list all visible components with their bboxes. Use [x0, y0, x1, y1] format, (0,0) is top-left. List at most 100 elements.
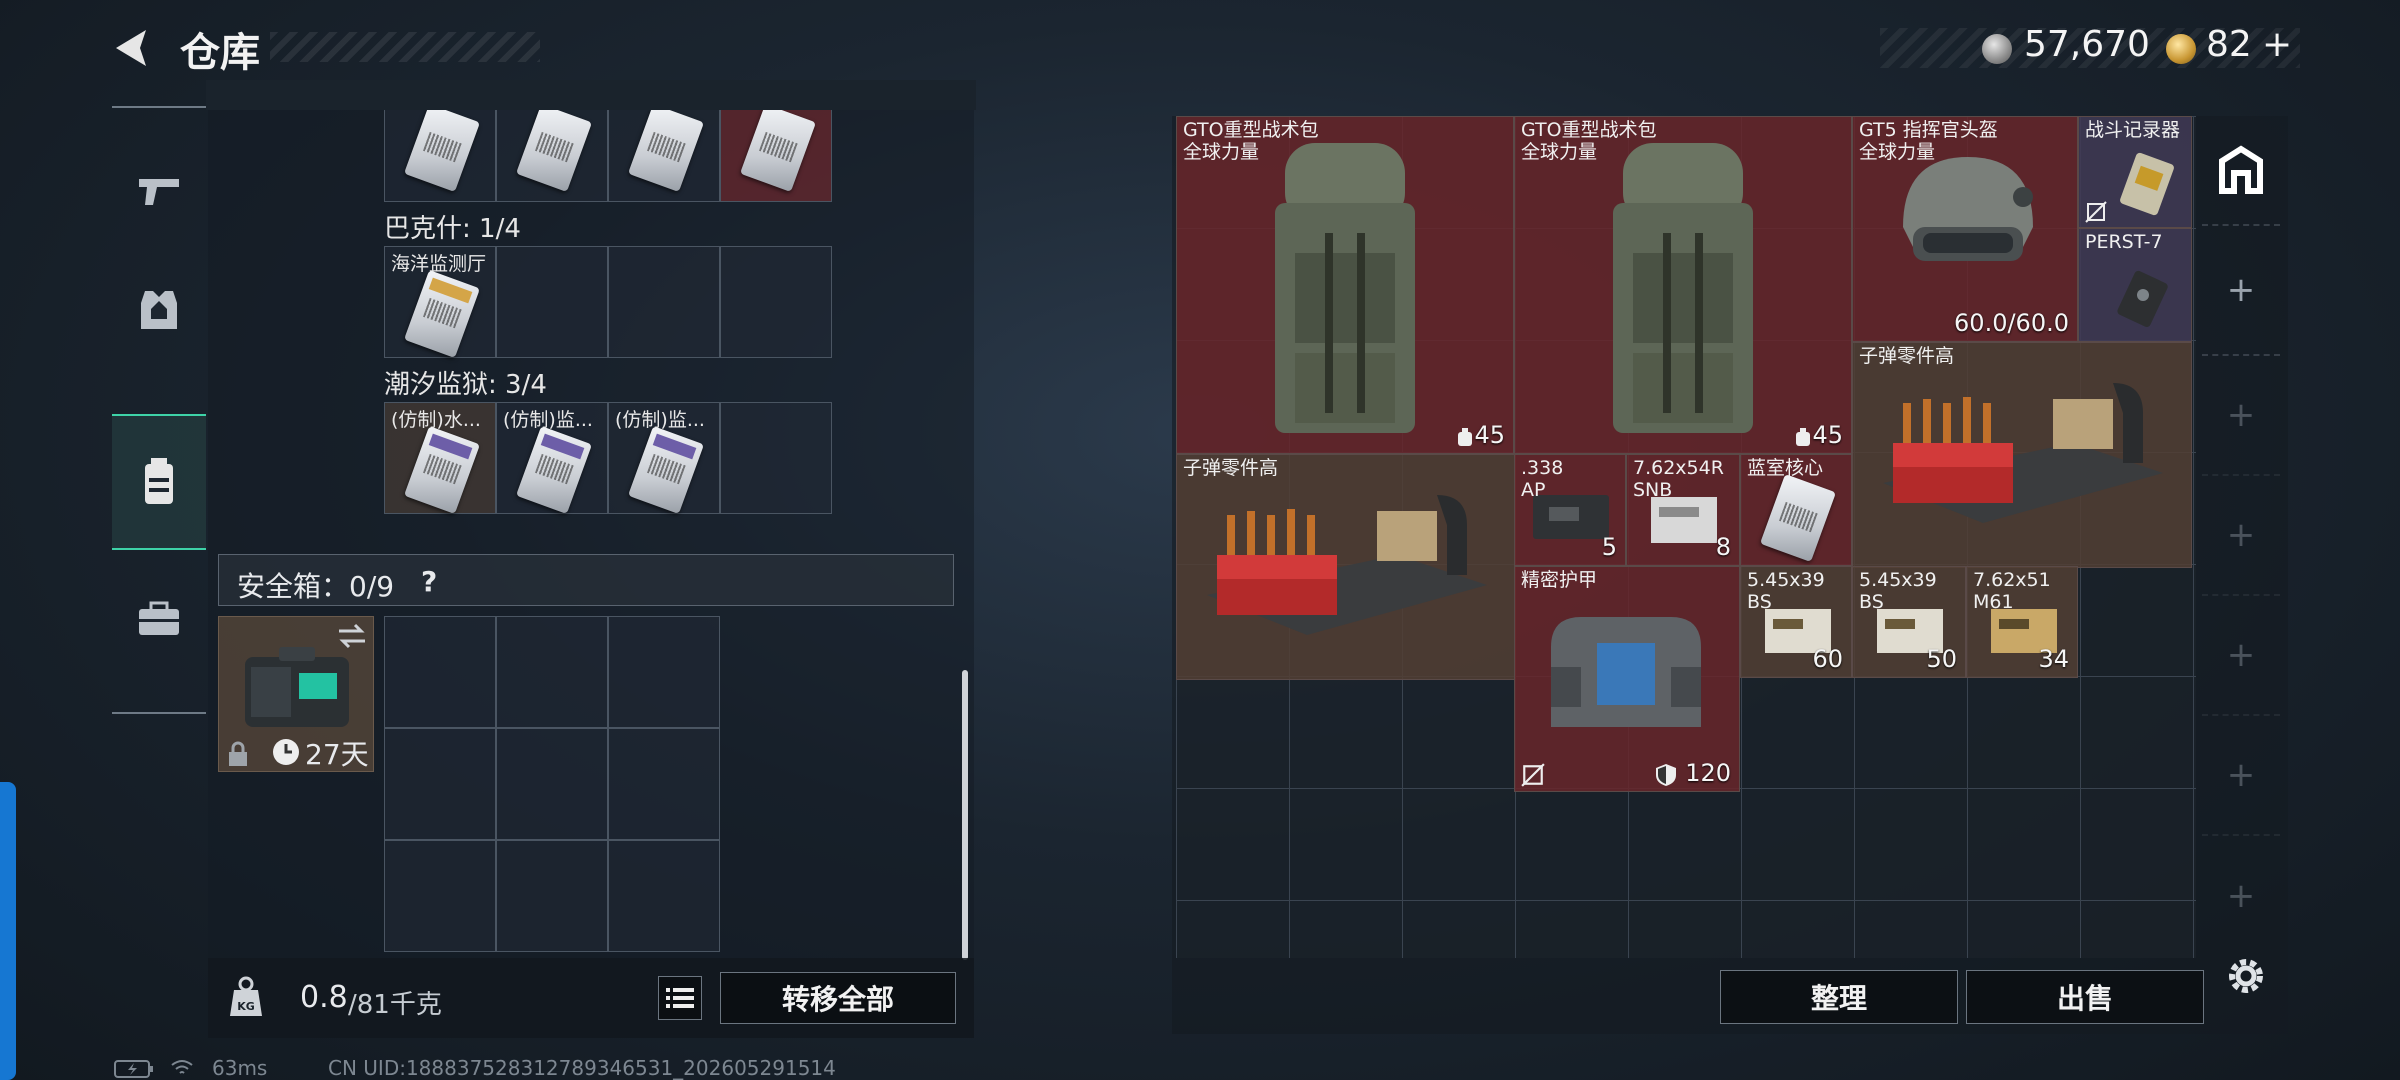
stash-tab-main[interactable] [2202, 116, 2280, 226]
item-capacity: 45 [1474, 421, 1505, 449]
stash-item[interactable]: PERST-7 [2078, 228, 2192, 342]
weight-bar: KG 0.8 /81千克 转移全部 [208, 958, 974, 1038]
scrollbar[interactable] [962, 670, 968, 960]
helmet-icon [1903, 157, 2033, 261]
toolbox-icon [139, 601, 179, 635]
item-name: 海洋监测厅 [391, 253, 487, 275]
item-name: 蓝室核心 [1747, 457, 1824, 479]
settings-gear-icon[interactable] [2224, 954, 2268, 1002]
list-view-button[interactable] [658, 976, 702, 1020]
stash-item[interactable]: 蓝室核心 [1740, 454, 1852, 566]
item-cell[interactable]: (仿制)监... [608, 402, 720, 515]
safe-slot[interactable] [496, 728, 608, 840]
stash-item[interactable]: 子弹零件高 [1176, 454, 1516, 680]
swap-icon[interactable] [337, 623, 367, 649]
item-count: 50 [1926, 645, 1957, 673]
armor-vest-icon [1551, 617, 1701, 727]
keycard-icon [515, 425, 593, 515]
sell-button[interactable]: 出售 [1966, 970, 2204, 1024]
safe-slot[interactable] [384, 616, 496, 728]
armor-durability: 120 [1685, 759, 1731, 787]
stash-item[interactable]: 战斗记录器 [2078, 116, 2192, 228]
empty-slot[interactable] [496, 246, 608, 358]
item-name: GT5 指挥官头盔 全球力量 [1859, 119, 1998, 163]
shield-icon [1656, 764, 1676, 786]
nav-backpack[interactable] [112, 414, 206, 550]
item-cell[interactable]: (仿制)监... [496, 402, 608, 515]
side-handle[interactable] [0, 782, 16, 1080]
add-tab-icon[interactable]: + [2202, 226, 2280, 356]
section-bakesh: 巴克什: 1/4 [384, 214, 521, 244]
stash-item[interactable]: GTO重型战术包 全球力量 45 [1176, 116, 1514, 454]
wifi-icon [171, 1060, 193, 1074]
stash-item[interactable]: 7.62x51 M61 34 [1966, 566, 2078, 678]
ping: 63ms [212, 1056, 268, 1080]
battery-icon [114, 1060, 153, 1078]
add-tab-icon[interactable]: + [2202, 356, 2280, 476]
list-icon [666, 988, 694, 1008]
ammo-crate-icon [1883, 383, 2163, 523]
safe-slot[interactable] [608, 728, 720, 840]
weight-icon: KG [230, 976, 262, 1016]
item-name: 7.62x51 M61 [1973, 569, 2051, 613]
item-name: GTO重型战术包 全球力量 [1521, 119, 1657, 163]
add-tab-icon[interactable]: + [2202, 836, 2280, 956]
safe-slot[interactable] [496, 616, 608, 728]
keycard-icon [403, 103, 481, 193]
stash-item[interactable]: GT5 指挥官头盔 全球力量 60.0/60.0 [1852, 116, 2078, 342]
stash-item[interactable]: 7.62x54R SNB 8 [1626, 454, 1740, 566]
add-gold-button[interactable]: + [2262, 24, 2292, 65]
stash-item[interactable]: .338 AP 5 [1514, 454, 1626, 566]
safe-slot[interactable] [384, 840, 496, 952]
ammo-crate-icon [1207, 495, 1487, 635]
nav-tools[interactable] [112, 572, 206, 666]
nav-weapons[interactable] [112, 144, 206, 238]
safe-box-expiry: 27天 [305, 738, 369, 771]
safe-box[interactable]: 27天 [218, 616, 374, 772]
safe-case-icon [245, 647, 349, 727]
capacity-icon [1458, 428, 1472, 446]
item-count: 60 [1812, 645, 1843, 673]
item-count: 5 [1601, 533, 1617, 561]
keycard-icon [1759, 473, 1837, 563]
stash-item[interactable]: GTO重型战术包 全球力量 45 [1514, 116, 1852, 454]
empty-slot[interactable] [608, 246, 720, 358]
empty-slot[interactable] [720, 402, 832, 514]
recorder-icon [2120, 152, 2174, 216]
safe-slot[interactable] [384, 728, 496, 840]
gold-balance: 82 [2206, 24, 2252, 65]
add-tab-icon[interactable]: + [2202, 716, 2280, 836]
item-name: PERST-7 [2085, 231, 2163, 253]
item-name: GTO重型战术包 全球力量 [1183, 119, 1319, 163]
safe-slot[interactable] [608, 840, 720, 952]
stash-item[interactable]: 5.45x39 BS 50 [1852, 566, 1966, 678]
back-arrow-icon[interactable] [108, 24, 156, 72]
item-name: 子弹零件高 [1183, 457, 1279, 479]
nav-armor[interactable] [112, 262, 206, 356]
item-cell[interactable]: 海洋监测厅 [384, 246, 496, 359]
stash-item[interactable]: 子弹零件高 [1852, 342, 2192, 568]
weight-current: 0.8 [300, 980, 348, 1015]
stash-item[interactable]: 5.45x39 BS 60 [1740, 566, 1852, 678]
page-title: 仓库 [180, 30, 260, 76]
safe-slot[interactable] [496, 840, 608, 952]
item-cell[interactable]: (仿制)水... [384, 402, 496, 515]
add-tab-icon[interactable]: + [2202, 596, 2280, 716]
safe-box-header: 安全箱：0/9 ? [218, 554, 954, 606]
armor-icon [141, 291, 177, 329]
safe-slot[interactable] [608, 616, 720, 728]
empty-slot[interactable] [720, 246, 832, 358]
transfer-all-button[interactable]: 转移全部 [720, 972, 956, 1024]
add-tab-icon[interactable]: + [2202, 476, 2280, 596]
safe-box-label: 安全箱：0/9 [237, 570, 395, 603]
stash-item[interactable]: 精密护甲 120 [1514, 566, 1740, 792]
help-icon[interactable]: ? [421, 565, 437, 598]
item-count: 34 [2038, 645, 2069, 673]
capacity-icon [1796, 428, 1810, 446]
keycard-icon [515, 103, 593, 193]
organize-button[interactable]: 整理 [1720, 970, 1958, 1024]
backpack-icon [1275, 143, 1415, 433]
no-insure-icon [1521, 763, 1545, 787]
backpack-icon [1613, 143, 1753, 433]
item-name: 子弹零件高 [1859, 345, 1955, 367]
